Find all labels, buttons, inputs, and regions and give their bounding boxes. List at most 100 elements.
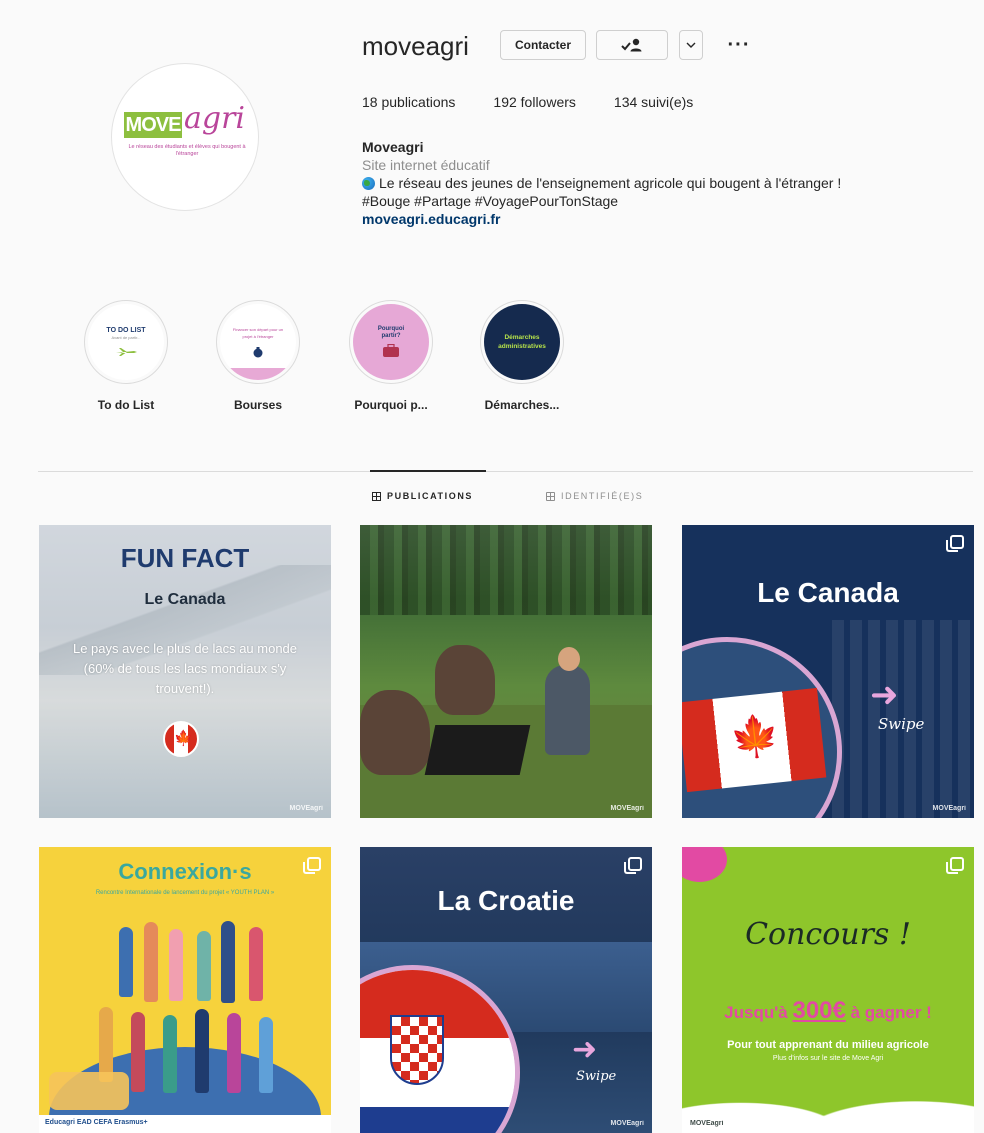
- post-fun-fact-canada[interactable]: FUN FACT Le Canada Le pays avec le plus …: [39, 525, 331, 818]
- avatar-logo-agri: agri: [184, 101, 246, 136]
- stat-followers[interactable]: 192 followers: [493, 94, 576, 110]
- profile-hashtags[interactable]: #Bouge #Partage #VoyagePourTonStage: [362, 192, 962, 210]
- profile-description: Le réseau des jeunes de l'enseignement a…: [379, 175, 842, 191]
- profile-website-link[interactable]: moveagri.educagri.fr: [362, 210, 962, 228]
- profile-header: MOVE agri Le réseau des étudiants et élè…: [0, 0, 984, 290]
- tab-publications-label: PUBLICATIONS: [387, 491, 474, 501]
- stat-following[interactable]: 134 suivi(e)s: [614, 94, 693, 110]
- profile-category: Site internet éducatif: [362, 157, 490, 173]
- post-watermark: MOVEagri: [610, 1120, 644, 1127]
- carousel-icon: [946, 857, 964, 874]
- highlight-ring: Financer son départ pour un projet à l'é…: [216, 300, 300, 384]
- highlight-label: To do List: [97, 398, 155, 412]
- post-subtitle: Le Canada: [144, 591, 226, 608]
- tabs-divider: [38, 471, 973, 472]
- highlight-bourses[interactable]: Financer son départ pour un projet à l'é…: [203, 300, 313, 412]
- post-connexions[interactable]: Connexion·s Rencontre Internationale de …: [39, 847, 331, 1133]
- croatia-flag-blue: [360, 1107, 515, 1133]
- post-le-canada[interactable]: Le Canada 🍁 ➜ Swipe MOVEagri: [682, 525, 974, 818]
- post-text-line1: Pour tout apprenant du milieu agricole: [727, 1039, 929, 1051]
- tab-publications[interactable]: PUBLICATIONS: [372, 491, 473, 501]
- carousel-icon: [946, 535, 964, 552]
- story-highlights: TO DO LIST Avant de partir... To do List…: [0, 300, 984, 430]
- post-la-croatie[interactable]: La Croatie ➜ Swipe MOVEagri: [360, 847, 652, 1133]
- tab-tagged[interactable]: IDENTIFIÉ(E)S: [546, 491, 643, 501]
- chevron-down-icon: [686, 42, 696, 48]
- white-splash: [682, 1063, 974, 1133]
- forest-background: [360, 525, 652, 615]
- airplane-icon: [116, 348, 137, 356]
- person-figure: [259, 1017, 273, 1093]
- following-button[interactable]: [596, 30, 668, 60]
- swipe-label: Swipe: [878, 715, 925, 733]
- reindeer-figure: [360, 690, 430, 775]
- maple-leaf-icon: 🍁: [727, 711, 783, 763]
- person-figure: [169, 929, 183, 1001]
- post-watermark: MOVEagri: [932, 805, 966, 812]
- person-figure: [221, 921, 235, 1003]
- carousel-icon: [624, 857, 642, 874]
- post-title: Concours !: [745, 917, 911, 952]
- highlight-pourquoi-partir[interactable]: Pourquoi partir? Pourquoi p...: [336, 300, 446, 412]
- post-reindeer-photo[interactable]: MOVEagri: [360, 525, 652, 818]
- highlight-cover-band: [220, 368, 296, 380]
- person-figure: [99, 1007, 113, 1082]
- reindeer-figure: [435, 645, 495, 715]
- post-title: Le Canada: [757, 577, 899, 608]
- post-watermark: MOVEagri: [610, 805, 644, 812]
- post-title: Connexion·s: [118, 859, 252, 884]
- suitcase-icon: [383, 344, 399, 357]
- swipe-arrow-icon: ➜: [870, 676, 899, 714]
- highlight-to-do-list[interactable]: TO DO LIST Avant de partir... To do List: [71, 300, 181, 412]
- event-date-badge: [49, 1072, 129, 1110]
- highlight-cover-text: Financer son départ pour un projet à l'é…: [232, 327, 284, 339]
- person-figure: [249, 927, 263, 1001]
- tagged-portrait-icon: [546, 491, 555, 501]
- highlight-cover: Pourquoi partir?: [353, 304, 429, 380]
- post-subtitle: Rencontre Internationale de lancement du…: [95, 890, 275, 896]
- prize-suffix: à gagner !: [845, 1003, 932, 1022]
- person-figure: [144, 922, 158, 1002]
- stat-publications[interactable]: 18 publications: [362, 94, 455, 110]
- highlight-ring: TO DO LIST Avant de partir...: [84, 300, 168, 384]
- highlight-label: Démarches...: [484, 398, 560, 412]
- swipe-arrow-icon: ➜: [572, 1033, 598, 1066]
- person-figure: [131, 1012, 145, 1092]
- prize-prefix: Jusqu'à: [724, 1003, 793, 1022]
- suggested-accounts-button[interactable]: [679, 30, 703, 60]
- avatar-logo-move: MOVE: [124, 112, 182, 138]
- person-figure: [195, 1009, 209, 1093]
- profile-bio: Moveagri Site internet éducatif Le résea…: [362, 138, 962, 228]
- contact-button[interactable]: Contacter: [500, 30, 586, 60]
- grid-icon: [372, 491, 381, 501]
- highlight-cover-subtext: Avant de partir...: [111, 335, 141, 340]
- highlight-demarches[interactable]: Démarches administratives Démarches...: [467, 300, 577, 412]
- person-head: [558, 647, 580, 671]
- profile-username: moveagri: [362, 31, 469, 61]
- avatar-logo-tagline: Le réseau des étudiants et élèves qui bo…: [128, 144, 246, 157]
- post-text: Le pays avec le plus de lacs au monde (6…: [72, 641, 298, 696]
- post-concours[interactable]: Concours ! Jusqu'à 300€ à gagner ! Pour …: [682, 847, 974, 1133]
- person-figure: [227, 1013, 241, 1093]
- highlight-ring: Démarches administratives: [480, 300, 564, 384]
- post-prize: Jusqu'à 300€ à gagner !: [682, 997, 974, 1025]
- highlight-cover: Démarches administratives: [484, 304, 560, 380]
- pink-splash: [682, 847, 727, 882]
- person-figure: [163, 1015, 177, 1093]
- person-figure: [119, 927, 133, 997]
- profile-avatar[interactable]: MOVE agri Le réseau des étudiants et élè…: [111, 63, 259, 211]
- profile-stats: 18 publications 192 followers 134 suivi(…: [362, 94, 731, 110]
- post-watermark: MOVEagri: [690, 1120, 724, 1127]
- highlight-ring: Pourquoi partir?: [349, 300, 433, 384]
- post-text-line2: Plus d'infos sur le site de Move Agri: [772, 1055, 884, 1062]
- swipe-label: Swipe: [576, 1069, 617, 1084]
- money-bag-icon: [253, 347, 263, 358]
- more-options-button[interactable]: ···: [722, 30, 756, 60]
- highlight-cover-text: Pourquoi partir?: [377, 326, 405, 339]
- highlight-cover-text: Démarches administratives: [498, 334, 546, 350]
- globe-icon: [362, 177, 375, 190]
- feeding-trough: [424, 725, 531, 775]
- highlight-cover: TO DO LIST Avant de partir...: [88, 304, 164, 380]
- highlight-label: Pourquoi p...: [354, 398, 428, 412]
- post-watermark: MOVEagri: [289, 805, 323, 812]
